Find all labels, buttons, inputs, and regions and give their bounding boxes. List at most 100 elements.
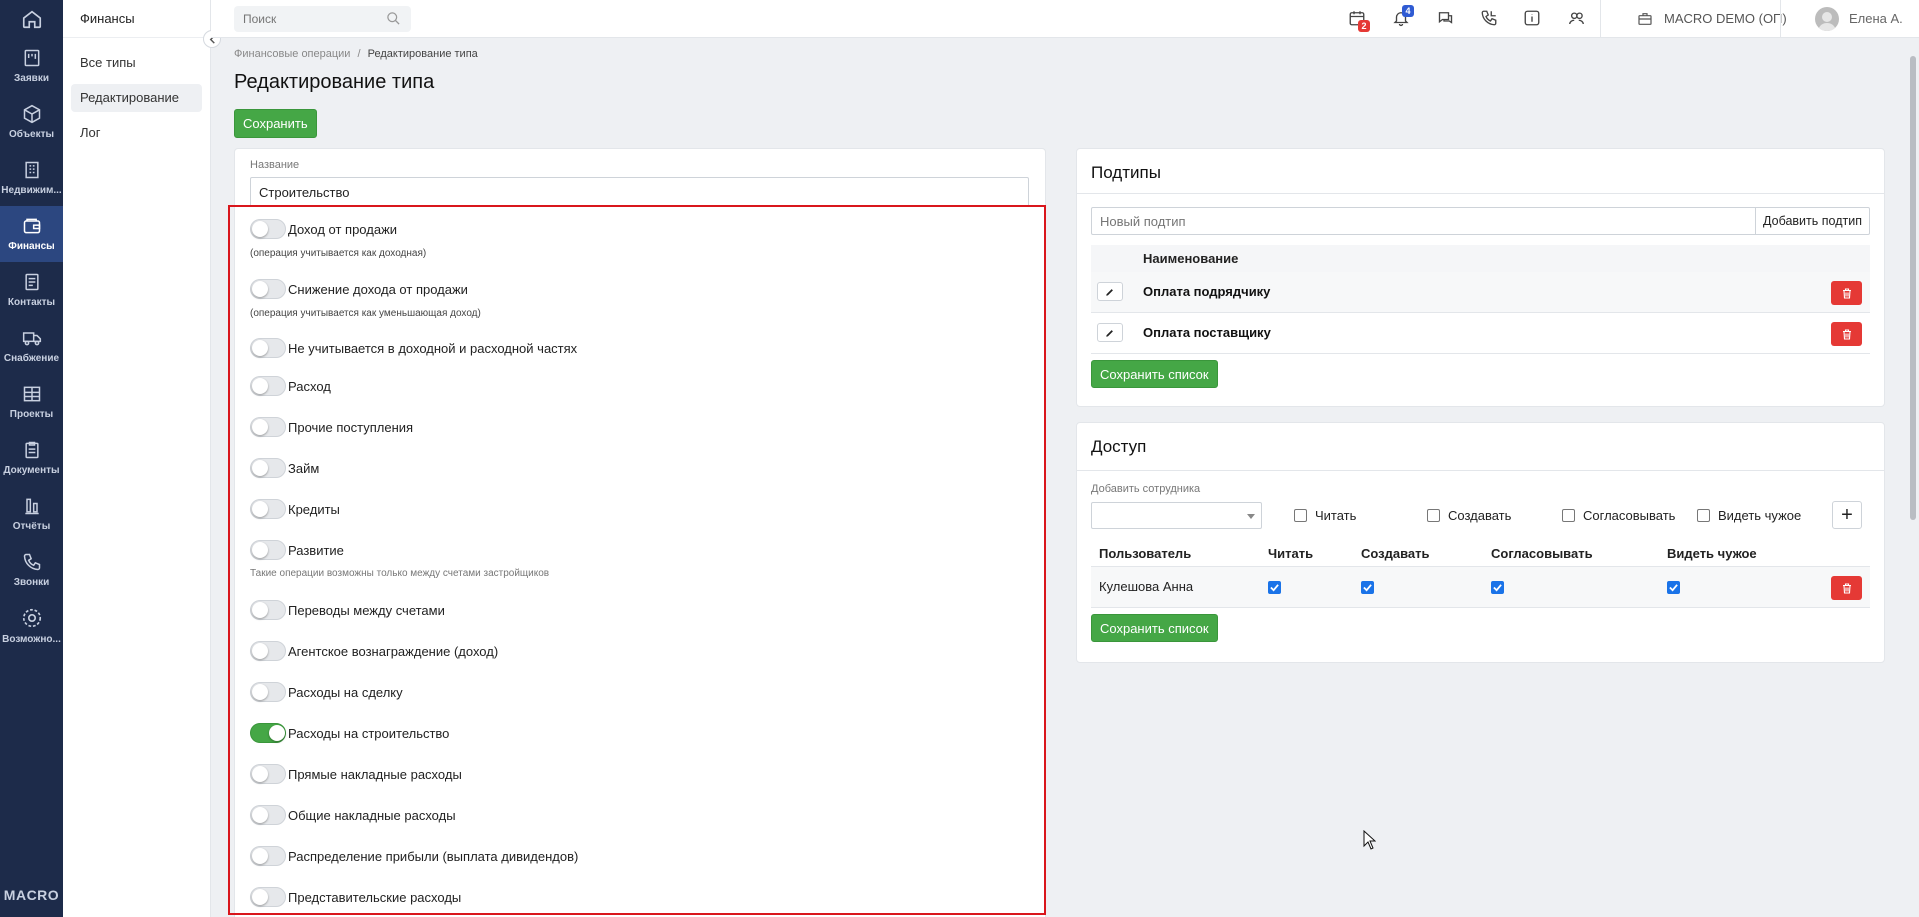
- toggle-switch[interactable]: [250, 887, 286, 907]
- toggle-switch[interactable]: [250, 219, 286, 239]
- checkbox[interactable]: [1294, 509, 1307, 522]
- toggle-switch[interactable]: [250, 540, 286, 560]
- company-selector[interactable]: MACRO DEMO (ОП): [1664, 0, 1787, 38]
- toggle-switch[interactable]: [250, 499, 286, 519]
- delete-button[interactable]: [1831, 281, 1862, 305]
- toggle-switch[interactable]: [250, 682, 286, 702]
- section-sidebar: Финансы Все типы Редактирование Лог: [63, 0, 211, 917]
- checkbox[interactable]: [1697, 509, 1710, 522]
- create-checkbox[interactable]: [1361, 581, 1374, 594]
- toggle-agent-fee[interactable]: Агентское вознаграждение (доход): [250, 641, 498, 661]
- toggle-construction-expenses[interactable]: Расходы на строительство: [250, 723, 449, 743]
- employee-select[interactable]: [1091, 502, 1262, 529]
- toggle-expense[interactable]: Расход: [250, 376, 331, 396]
- toggle-direct-overhead[interactable]: Прямые накладные расходы: [250, 764, 462, 784]
- toggle-representation[interactable]: Представительские расходы: [250, 887, 461, 907]
- save-access-button[interactable]: Сохранить список: [1091, 614, 1218, 642]
- sidebar-item-all-types[interactable]: Все типы: [71, 49, 202, 77]
- rail-item-supply[interactable]: Снабжение: [0, 318, 63, 374]
- search-input[interactable]: [234, 6, 411, 32]
- save-subtypes-button[interactable]: Сохранить список: [1091, 360, 1218, 388]
- toggle-label: Расходы на сделку: [288, 684, 403, 700]
- user-name[interactable]: Елена А.: [1849, 0, 1903, 38]
- edit-button[interactable]: [1097, 323, 1123, 342]
- breadcrumb-current: Редактирование типа: [367, 48, 478, 60]
- calls-button[interactable]: [1480, 9, 1498, 30]
- rail-item-features[interactable]: Возможно...: [0, 598, 63, 654]
- delete-button[interactable]: [1831, 576, 1862, 600]
- toggle-switch[interactable]: [250, 723, 286, 743]
- page-scrollbar[interactable]: [1909, 40, 1917, 917]
- sidebar-item-edit[interactable]: Редактирование: [71, 84, 202, 112]
- toggle-switch[interactable]: [250, 417, 286, 437]
- gear-icon: [22, 608, 41, 628]
- toggle-switch[interactable]: [250, 338, 286, 358]
- rail-item-objects[interactable]: Объекты: [0, 94, 63, 150]
- scrollbar-thumb[interactable]: [1910, 56, 1916, 520]
- toggle-switch[interactable]: [250, 279, 286, 299]
- divider: [1077, 193, 1884, 194]
- rail-item-realestate[interactable]: Недвижим...: [0, 150, 63, 206]
- avatar[interactable]: [1815, 7, 1839, 31]
- delete-button[interactable]: [1831, 322, 1862, 346]
- users-button[interactable]: [1567, 9, 1586, 30]
- toggle-label: Переводы между счетами: [288, 602, 445, 618]
- rail-item-projects[interactable]: Проекты: [0, 374, 63, 430]
- rail-item-requests[interactable]: Заявки: [0, 38, 63, 94]
- toggle-switch[interactable]: [250, 846, 286, 866]
- toggle-other-income[interactable]: Прочие поступления: [250, 417, 413, 437]
- read-checkbox[interactable]: [1268, 581, 1281, 594]
- approve-checkbox[interactable]: [1491, 581, 1504, 594]
- new-subtype-input[interactable]: [1091, 207, 1756, 235]
- chat-button[interactable]: [1436, 9, 1455, 30]
- toggle-dividends[interactable]: Распределение прибыли (выплата дивидендо…: [250, 846, 578, 866]
- rail-item-finance[interactable]: Финансы: [0, 206, 63, 262]
- company-icon-wrap: [1637, 11, 1653, 30]
- page-title: Редактирование типа: [234, 71, 435, 93]
- name-input[interactable]: [250, 177, 1029, 207]
- rail-item-contacts[interactable]: Контакты: [0, 262, 63, 318]
- checkbox[interactable]: [1562, 509, 1575, 522]
- notifications-button[interactable]: 4: [1392, 5, 1414, 30]
- column-header: Видеть чужое: [1667, 546, 1757, 561]
- edit-button[interactable]: [1097, 282, 1123, 301]
- add-subtype-button[interactable]: Добавить подтип: [1755, 207, 1870, 235]
- toggle-label: Общие накладные расходы: [288, 807, 456, 823]
- toggle-switch[interactable]: [250, 458, 286, 478]
- toggle-label: Снижение дохода от продажи: [288, 281, 468, 297]
- toggle-sale-income-reduction[interactable]: Снижение дохода от продажи: [250, 279, 468, 299]
- calendar-button[interactable]: 2: [1348, 9, 1370, 32]
- sidebar-item-log[interactable]: Лог: [71, 119, 202, 147]
- toggle-transfers[interactable]: Переводы между счетами: [250, 600, 445, 620]
- toggle-credits[interactable]: Кредиты: [250, 499, 340, 519]
- home-button[interactable]: [0, 0, 63, 38]
- approve-checkbox[interactable]: Согласовывать: [1562, 508, 1675, 523]
- toggle-switch[interactable]: [250, 641, 286, 661]
- check-icon: [1363, 584, 1372, 592]
- toggle-switch[interactable]: [250, 600, 286, 620]
- toggle-switch[interactable]: [250, 805, 286, 825]
- chat-icon: [1438, 12, 1453, 24]
- column-header: Читать: [1268, 546, 1314, 561]
- save-button[interactable]: Сохранить: [234, 109, 317, 138]
- toggle-switch[interactable]: [250, 376, 286, 396]
- toggle-loan[interactable]: Займ: [250, 458, 319, 478]
- toggle-deal-expenses[interactable]: Расходы на сделку: [250, 682, 403, 702]
- rail-item-calls[interactable]: Звонки: [0, 542, 63, 598]
- checkbox[interactable]: [1427, 509, 1440, 522]
- add-access-button[interactable]: +: [1832, 501, 1862, 529]
- toggle-development[interactable]: Развитие: [250, 540, 344, 560]
- see-others-checkbox[interactable]: Видеть чужое: [1697, 508, 1801, 523]
- create-checkbox[interactable]: Создавать: [1427, 508, 1511, 523]
- see-others-checkbox[interactable]: [1667, 581, 1680, 594]
- toggle-not-counted[interactable]: Не учитывается в доходной и расходной ча…: [250, 338, 577, 358]
- rail-item-reports[interactable]: Отчёты: [0, 486, 63, 542]
- read-checkbox[interactable]: Читать: [1294, 508, 1356, 523]
- contacts-icon: [24, 273, 39, 291]
- toggle-sale-income[interactable]: Доход от продажи: [250, 219, 397, 239]
- breadcrumb-parent[interactable]: Финансовые операции: [234, 48, 350, 60]
- info-button[interactable]: [1523, 9, 1541, 30]
- toggle-general-overhead[interactable]: Общие накладные расходы: [250, 805, 456, 825]
- rail-item-documents[interactable]: Документы: [0, 430, 63, 486]
- toggle-switch[interactable]: [250, 764, 286, 784]
